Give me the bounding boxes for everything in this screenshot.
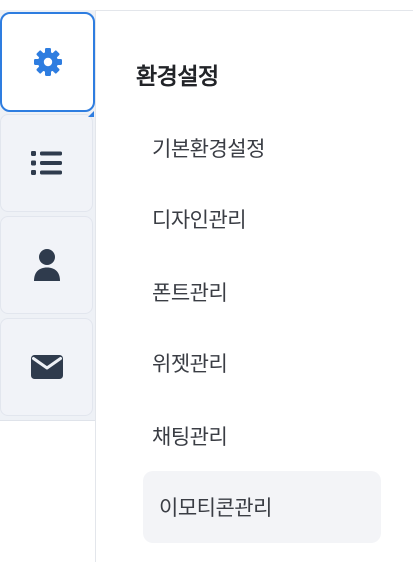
- settings-menu-panel: 환경설정 기본환경설정 디자인관리 폰트관리 위젯관리 채팅관리 이모티콘관리: [96, 11, 413, 562]
- menu-item-label: 폰트관리: [152, 281, 228, 305]
- menu-item-font[interactable]: 폰트관리: [143, 256, 381, 328]
- menu-item-emoticon[interactable]: 이모티콘관리: [143, 471, 381, 543]
- list-icon: [30, 149, 64, 177]
- gear-icon: [32, 46, 64, 78]
- menu-item-widget[interactable]: 위젯관리: [143, 327, 381, 399]
- menu-item-label: 기본환경설정: [152, 137, 265, 161]
- menu-item-label: 이모티콘관리: [159, 496, 272, 520]
- rail-tab-mail[interactable]: [0, 318, 93, 416]
- rail-tab-user[interactable]: [0, 216, 93, 314]
- menu-item-chat[interactable]: 채팅관리: [143, 400, 381, 472]
- menu-item-label: 채팅관리: [152, 425, 228, 449]
- rail-tab-list[interactable]: [0, 114, 93, 212]
- icon-rail: [0, 0, 95, 562]
- user-icon: [32, 248, 62, 282]
- active-tab-notch: [88, 111, 94, 117]
- panel-title: 환경설정: [136, 64, 219, 90]
- menu-item-basic-settings[interactable]: 기본환경설정: [143, 112, 381, 184]
- settings-screen: 환경설정 기본환경설정 디자인관리 폰트관리 위젯관리 채팅관리 이모티콘관리: [0, 0, 413, 562]
- menu-item-label: 위젯관리: [152, 352, 228, 376]
- menu-item-design[interactable]: 디자인관리: [143, 183, 381, 255]
- rail-tab-settings[interactable]: [0, 12, 95, 112]
- menu-item-label: 디자인관리: [152, 208, 247, 232]
- envelope-icon: [30, 354, 64, 380]
